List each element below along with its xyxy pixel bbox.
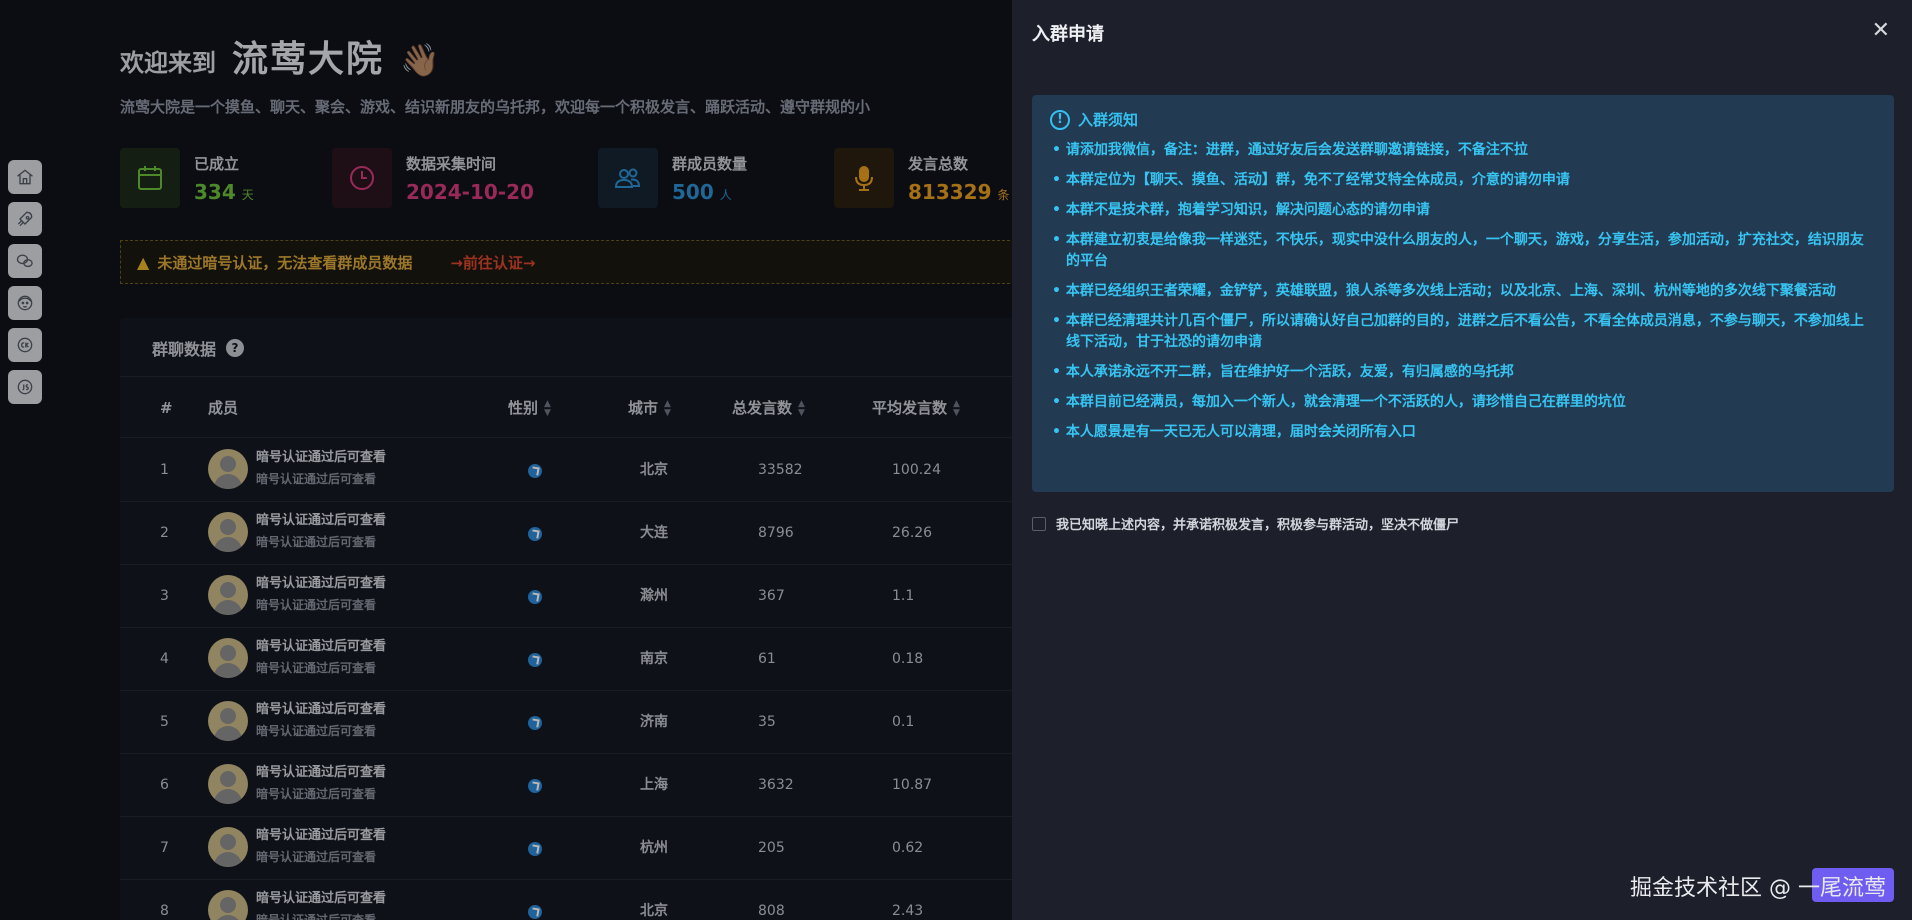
rule-text: 本群不是技术群，抱着学习知识，解决问题心态的请勿申请 xyxy=(1065,202,1430,218)
rules-list: • 请添加我微信，备注：进群，通过好友后会发送群聊邀请链接，不备注不拉 • 本群定… xyxy=(1050,140,1876,443)
info-icon: ! xyxy=(1050,109,1070,130)
rule-item: • 请添加我微信，备注：进群，通过好友后会发送群聊邀请链接，不备注不拉 xyxy=(1050,140,1876,161)
modal-overlay[interactable] xyxy=(0,0,1012,920)
notice-title: 入群须知 xyxy=(1078,111,1139,129)
rule-text: 本群目前已经满员，每加入一个新人，就会清理一个不活跃的人，请珍惜自己在群里的坑位 xyxy=(1065,394,1626,410)
agree-checkbox[interactable] xyxy=(1032,516,1046,531)
rule-text: 本群建立初衷是给像我一样迷茫，不快乐，现实中没什么朋友的人，一个聊天，游戏，分享… xyxy=(1065,232,1864,269)
bullet: • xyxy=(1052,394,1066,410)
drawer-title: 入群申请 xyxy=(1032,24,1104,45)
rule-text: 本群定位为【聊天、摸鱼、活动】群，免不了经常艾特全体成员，介意的请勿申请 xyxy=(1065,172,1570,188)
close-icon[interactable]: ✕ xyxy=(1872,20,1890,42)
rule-text: 本人承诺永远不开二群，旨在维护好一个活跃，友爱，有归属感的乌托邦 xyxy=(1065,364,1514,380)
join-notice: ! 入群须知 • 请添加我微信，备注：进群，通过好友后会发送群聊邀请链接，不备注… xyxy=(1032,95,1894,492)
bullet: • xyxy=(1052,232,1066,248)
rule-item: • 本群建立初衷是给像我一样迷茫，不快乐，现实中没什么朋友的人，一个聊天，游戏，… xyxy=(1050,230,1876,272)
notice-header: ! 入群须知 xyxy=(1050,109,1876,130)
rule-item: • 本人承诺永远不开二群，旨在维护好一个活跃，友爱，有归属感的乌托邦 xyxy=(1050,362,1876,383)
rule-text: 本人愿景是有一天已无人可以清理，届时会关闭所有入口 xyxy=(1065,424,1416,440)
rule-text: 本群已经清理共计几百个僵尸，所以请确认好自己加群的目的，进群之后不看公告，不看全… xyxy=(1065,313,1864,350)
bullet: • xyxy=(1052,313,1066,329)
rule-item: • 本群目前已经满员，每加入一个新人，就会清理一个不活跃的人，请珍惜自己在群里的… xyxy=(1050,392,1876,413)
rule-item: • 本群不是技术群，抱着学习知识，解决问题心态的请勿申请 xyxy=(1050,200,1876,221)
rule-text: 请添加我微信，备注：进群，通过好友后会发送群聊邀请链接，不备注不拉 xyxy=(1065,142,1528,158)
bullet: • xyxy=(1052,202,1066,218)
watermark-text: 掘金技术社区 @ 一尾流莺 xyxy=(1630,876,1886,901)
watermark: 掘金技术社区 @ 一尾流莺 xyxy=(1630,868,1894,902)
rule-item: • 本人愿景是有一天已无人可以清理，届时会关闭所有入口 xyxy=(1050,422,1876,443)
rule-item: • 本群已经清理共计几百个僵尸，所以请确认好自己加群的目的，进群之后不看公告，不… xyxy=(1050,311,1876,353)
bullet: • xyxy=(1052,283,1066,299)
rule-text: 本群已经组织王者荣耀，金铲铲，英雄联盟，狼人杀等多次线上活动；以及北京、上海、深… xyxy=(1065,283,1836,299)
bullet: • xyxy=(1052,172,1066,188)
join-request-drawer: 入群申请 ✕ ! 入群须知 • 请添加我微信，备注：进群，通过好友后会发送群聊邀… xyxy=(1012,0,1912,920)
page: 欢迎来到 流莺大院 👋🏽 流莺大院是一个摸鱼、聊天、聚会、游戏、结识新朋友的乌托… xyxy=(0,0,1912,920)
bullet: • xyxy=(1052,142,1066,158)
agree-text[interactable]: 我已知晓上述内容，并承诺积极发言，积极参与群活动，坚决不做僵尸 xyxy=(1056,514,1459,533)
bullet: • xyxy=(1052,424,1066,440)
rule-item: • 本群已经组织王者荣耀，金铲铲，英雄联盟，狼人杀等多次线上活动；以及北京、上海… xyxy=(1050,281,1876,302)
rule-item: • 本群定位为【聊天、摸鱼、活动】群，免不了经常艾特全体成员，介意的请勿申请 xyxy=(1050,170,1876,191)
bullet: • xyxy=(1052,364,1066,380)
agree-row[interactable]: 我已知晓上述内容，并承诺积极发言，积极参与群活动，坚决不做僵尸 xyxy=(1032,514,1459,533)
